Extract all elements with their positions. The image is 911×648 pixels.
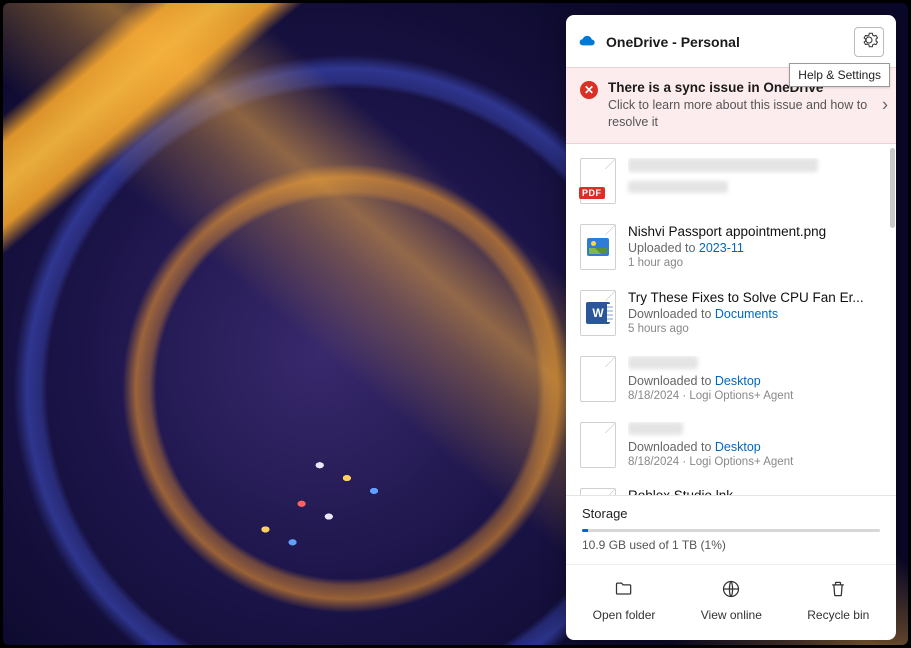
storage-section: Storage 10.9 GB used of 1 TB (1%)	[566, 495, 896, 564]
generic-file-icon	[580, 422, 616, 468]
chevron-right-icon: ›	[882, 95, 888, 116]
button-label: Open folder	[593, 608, 656, 622]
file-name: Roblox Studio.lnk	[628, 488, 882, 495]
pdf-file-icon: PDF	[580, 158, 616, 204]
trash-icon	[828, 579, 848, 602]
file-name: Try These Fixes to Solve CPU Fan Er...	[628, 290, 882, 305]
folder-icon	[614, 579, 634, 602]
list-item[interactable]: Roblox Studio.lnk	[566, 478, 896, 495]
destination-link[interactable]: Desktop	[715, 440, 761, 454]
destination-link[interactable]: Desktop	[715, 374, 761, 388]
file-status-redacted	[628, 177, 882, 196]
file-time: 8/18/2024 · Logi Options+ Agent	[628, 390, 882, 402]
activity-list: PDF Nishvi Passport appointment.png Uplo…	[566, 148, 896, 495]
list-item[interactable]: Try These Fixes to Solve CPU Fan Er... D…	[566, 280, 896, 346]
destination-link[interactable]: Documents	[715, 307, 778, 321]
list-item[interactable]: PDF	[566, 148, 896, 214]
storage-bar-fill	[582, 529, 588, 532]
button-label: View online	[701, 608, 762, 622]
list-item[interactable]: Nishvi Passport appointment.png Uploaded…	[566, 214, 896, 280]
onedrive-flyout-panel: OneDrive - Personal Help & Settings ✕ Th…	[566, 15, 896, 640]
error-icon: ✕	[580, 81, 598, 99]
settings-button[interactable]	[854, 27, 884, 57]
open-folder-button[interactable]: Open folder	[587, 575, 662, 626]
file-name: Nishvi Passport appointment.png	[628, 224, 882, 239]
word-file-icon	[580, 290, 616, 336]
alert-content: There is a sync issue in OneDrive Click …	[608, 80, 868, 131]
globe-icon	[721, 579, 741, 602]
settings-tooltip: Help & Settings	[789, 63, 890, 87]
storage-bar	[582, 529, 880, 532]
recycle-bin-button[interactable]: Recycle bin	[801, 575, 875, 626]
button-label: Recycle bin	[807, 608, 869, 622]
file-status: Downloaded to Desktop	[628, 440, 882, 454]
storage-text: 10.9 GB used of 1 TB (1%)	[582, 538, 880, 552]
destination-link[interactable]: 2023-11	[699, 241, 744, 255]
file-status: Downloaded to Desktop	[628, 374, 882, 388]
scrollbar-thumb[interactable]	[890, 148, 895, 228]
footer-actions: Open folder View online Recycle bin	[566, 564, 896, 640]
storage-label: Storage	[582, 506, 880, 521]
panel-title: OneDrive - Personal	[606, 34, 846, 50]
file-time: 8/18/2024 · Logi Options+ Agent	[628, 456, 882, 468]
view-online-button[interactable]: View online	[695, 575, 768, 626]
list-item[interactable]: Downloaded to Desktop 8/18/2024 · Logi O…	[566, 346, 896, 412]
gear-icon	[860, 31, 878, 54]
generic-file-icon	[580, 488, 616, 495]
file-status: Downloaded to Documents	[628, 307, 882, 321]
image-file-icon	[580, 224, 616, 270]
file-time: 5 hours ago	[628, 323, 882, 335]
alert-subtitle: Click to learn more about this issue and…	[608, 97, 868, 131]
panel-header: OneDrive - Personal Help & Settings	[566, 15, 896, 67]
file-name-redacted	[628, 158, 882, 175]
onedrive-cloud-icon	[578, 35, 598, 49]
generic-file-icon	[580, 356, 616, 402]
file-name-redacted	[628, 356, 882, 372]
file-name-redacted	[628, 422, 882, 438]
file-time: 1 hour ago	[628, 257, 882, 269]
list-item[interactable]: Downloaded to Desktop 8/18/2024 · Logi O…	[566, 412, 896, 478]
file-status: Uploaded to 2023-11	[628, 241, 882, 255]
